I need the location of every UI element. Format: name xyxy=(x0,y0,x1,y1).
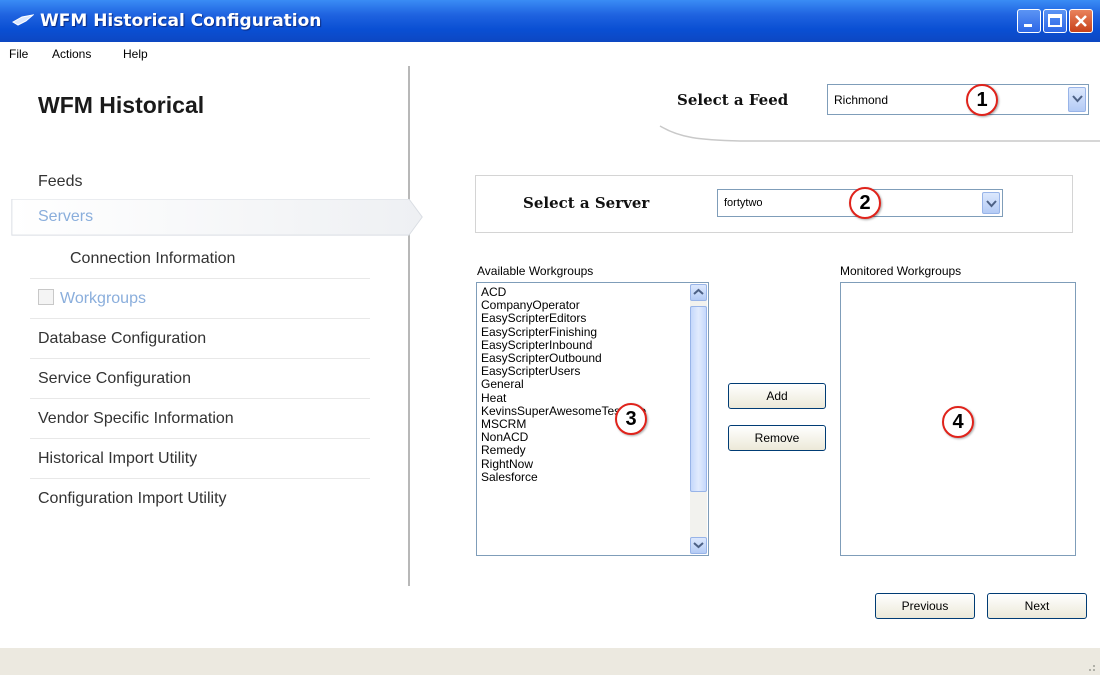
list-item[interactable]: EasyScripterFinishing xyxy=(481,325,681,339)
list-item[interactable]: General xyxy=(481,378,681,391)
feed-header xyxy=(500,66,1100,142)
feed-label: Select a Feed xyxy=(677,91,789,109)
nav-item-workgroups[interactable]: Workgroups xyxy=(38,289,438,308)
workgroups-checkbox[interactable] xyxy=(38,289,54,305)
nav-item-database-configuration[interactable]: Database Configuration xyxy=(38,330,438,348)
menu-bar: File Actions Help xyxy=(0,42,1100,66)
available-workgroups-scrollbar[interactable] xyxy=(690,284,707,554)
callout-2: 2 xyxy=(849,187,881,219)
nav-item-configuration-import-utility[interactable]: Configuration Import Utility xyxy=(38,490,438,508)
nav-divider xyxy=(30,478,370,479)
server-label: Select a Server xyxy=(523,194,650,212)
callout-3: 3 xyxy=(615,403,647,435)
window-title: WFM Historical Configuration xyxy=(40,11,322,31)
nav-item-servers[interactable]: Servers xyxy=(38,208,438,226)
feed-select-value: Richmond xyxy=(834,93,889,107)
available-workgroups-items: ACD CompanyOperator EasyScripterEditors Eas… xyxy=(481,286,681,484)
dropdown-arrow-icon xyxy=(1072,95,1083,103)
menu-help[interactable]: Help xyxy=(123,47,148,61)
dropdown-arrow-icon xyxy=(986,200,997,208)
remove-button[interactable]: Remove xyxy=(728,425,826,451)
menu-file[interactable]: File xyxy=(9,47,28,61)
nav-item-service-configuration[interactable]: Service Configuration xyxy=(38,370,438,388)
monitored-workgroups-label: Monitored Workgroups xyxy=(840,264,962,278)
minimize-icon xyxy=(1024,24,1032,27)
nav-divider xyxy=(30,318,370,319)
left-panel: WFM Historical xyxy=(8,66,408,586)
feed-dropdown-button[interactable] xyxy=(1068,87,1086,112)
available-workgroups-list[interactable]: ACD CompanyOperator EasyScripterEditors Eas… xyxy=(476,282,709,556)
minimize-button[interactable] xyxy=(1017,9,1041,33)
maximize-button[interactable] xyxy=(1043,9,1067,33)
next-button[interactable]: Next xyxy=(987,593,1087,619)
nav-divider xyxy=(30,438,370,439)
nav-item-feeds[interactable]: Feeds xyxy=(38,173,438,191)
list-item[interactable]: RightNow xyxy=(481,457,681,471)
nav-divider xyxy=(30,398,370,399)
list-item[interactable]: Remedy xyxy=(481,444,681,457)
previous-button[interactable]: Previous xyxy=(875,593,975,619)
menu-actions[interactable]: Actions xyxy=(52,47,91,61)
list-item[interactable]: Salesforce xyxy=(481,470,681,484)
list-item[interactable]: EasyScripterEditors xyxy=(481,312,681,325)
title-bar[interactable]: WFM Historical Configuration xyxy=(0,0,1100,42)
scroll-up-button[interactable] xyxy=(690,284,707,301)
callout-1: 1 xyxy=(966,84,998,116)
available-workgroups-label: Available Workgroups xyxy=(477,264,594,278)
nav-item-vendor-specific-information[interactable]: Vendor Specific Information xyxy=(38,410,438,428)
close-icon xyxy=(1075,15,1087,27)
add-button[interactable]: Add xyxy=(728,383,826,409)
feed-select[interactable]: Richmond xyxy=(827,84,1089,115)
scroll-thumb[interactable] xyxy=(690,306,707,492)
panel-heading: WFM Historical xyxy=(38,92,205,118)
nav-item-historical-import-utility[interactable]: Historical Import Utility xyxy=(38,450,438,468)
nav-item-workgroups-label: Workgroups xyxy=(60,290,146,307)
app-icon xyxy=(12,14,34,26)
app-window: WFM Historical Configuration File Action… xyxy=(0,0,1100,675)
status-bar xyxy=(0,648,1100,675)
scroll-up-icon xyxy=(693,288,704,295)
list-item[interactable]: Heat xyxy=(481,391,681,405)
close-button[interactable] xyxy=(1069,9,1093,33)
scroll-down-button[interactable] xyxy=(690,537,707,554)
server-dropdown-button[interactable] xyxy=(982,192,1000,214)
nav-divider xyxy=(30,278,370,279)
scroll-down-icon xyxy=(693,542,704,549)
maximize-icon xyxy=(1048,14,1062,27)
resize-grip-icon[interactable] xyxy=(1084,660,1096,672)
nav-divider xyxy=(30,358,370,359)
callout-4: 4 xyxy=(942,406,974,438)
server-select-value: fortytwo xyxy=(724,197,763,209)
nav-item-connection-information[interactable]: Connection Information xyxy=(70,250,470,268)
